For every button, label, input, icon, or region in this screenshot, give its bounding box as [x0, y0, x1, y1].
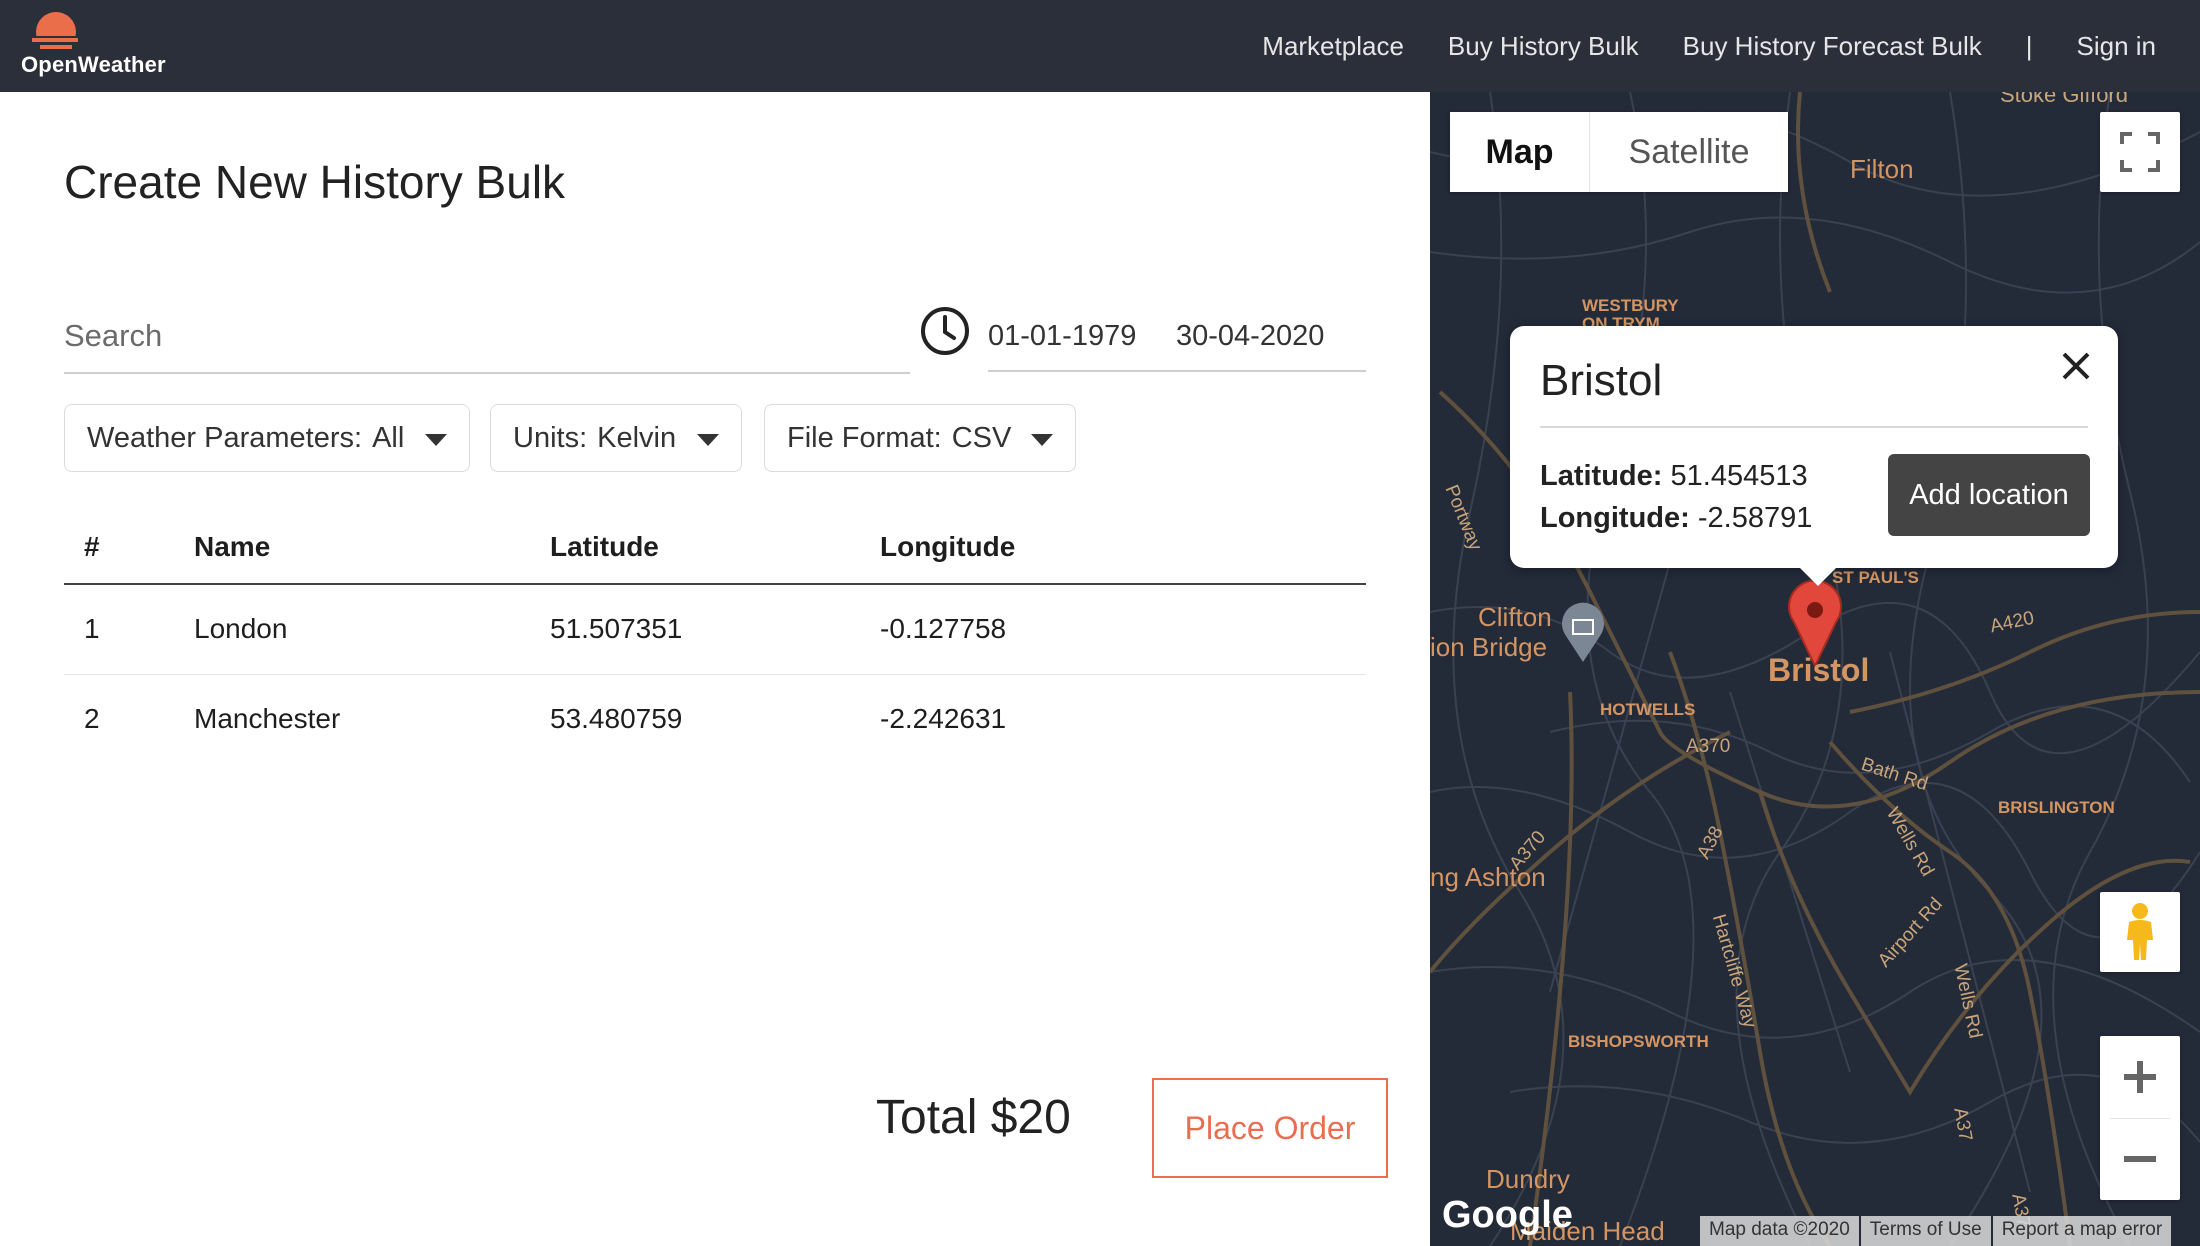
row-longitude: -0.127758 [880, 584, 1366, 675]
map-label: ST PAUL'S [1832, 568, 1919, 587]
row-name: London [194, 584, 550, 675]
map-label: BISHOPSWORTH [1568, 1032, 1709, 1051]
caret-down-icon [1031, 434, 1053, 446]
caret-down-icon [425, 434, 447, 446]
sun-logo-icon [30, 12, 82, 54]
date-from[interactable]: 01-01-1979 [988, 320, 1136, 353]
map-type-control: Map Satellite [1450, 112, 1788, 192]
pegman-icon [2127, 903, 2153, 960]
close-icon[interactable] [2056, 346, 2096, 386]
order-total: Total $20 [876, 1091, 1071, 1144]
locations-table: # Name Latitude Longitude 1 London 51.50… [64, 510, 1366, 764]
nav-menu: Marketplace Buy History Bulk Buy History… [1218, 0, 2156, 92]
longitude-value: -2.58791 [1697, 502, 1813, 534]
fullscreen-icon [2120, 132, 2160, 172]
map-type-map-button[interactable]: Map [1450, 112, 1590, 192]
col-header-latitude: Latitude [550, 510, 880, 585]
latitude-value: 51.454513 [1670, 460, 1808, 492]
fullscreen-button[interactable] [2100, 112, 2180, 192]
units-label: Units: [513, 421, 588, 454]
terms-of-use-link[interactable]: Terms of Use [1860, 1216, 1991, 1246]
caret-down-icon [697, 434, 719, 446]
place-order-button[interactable]: Place Order [1152, 1078, 1388, 1178]
clock-icon[interactable] [918, 304, 972, 358]
longitude-label: Longitude: [1540, 502, 1690, 534]
units-dropdown[interactable]: Units: Kelvin [490, 404, 742, 472]
col-header-number: # [64, 510, 194, 585]
map-label: Dundry [1486, 1164, 1570, 1194]
nav-separator: | [2025, 30, 2033, 61]
search-field [64, 300, 910, 374]
map-label: Stoke Gifford [2000, 92, 2128, 107]
nav-marketplace[interactable]: Marketplace [1262, 31, 1404, 62]
zoom-control [2100, 1036, 2180, 1200]
plus-icon [2124, 1060, 2156, 1093]
map-label: Clifton [1478, 602, 1552, 632]
page-title: Create New History Bulk [64, 156, 566, 208]
date-range-field[interactable]: 01-01-1979 30-04-2020 [988, 300, 1366, 372]
sign-in-link[interactable]: Sign in [2077, 31, 2157, 62]
zoom-out-button[interactable] [2100, 1119, 2180, 1201]
col-header-longitude: Longitude [880, 510, 1366, 585]
table-row: 2 Manchester 53.480759 -2.242631 [64, 674, 1366, 764]
latitude-label: Latitude: [1540, 460, 1663, 492]
street-view-pegman-button[interactable] [2100, 892, 2180, 972]
location-info-popup: Bristol Latitude: 51.454513 Longitude: -… [1510, 326, 2118, 586]
map-label: ng Ashton [1430, 862, 1546, 892]
file-format-dropdown[interactable]: File Format: CSV [764, 404, 1076, 472]
google-logo[interactable]: Google [1442, 1194, 1573, 1237]
row-number: 1 [64, 584, 194, 675]
row-latitude: 51.507351 [550, 584, 880, 675]
map-label: WESTBURY [1582, 296, 1679, 315]
row-name: Manchester [194, 703, 341, 735]
map-type-satellite-button[interactable]: Satellite [1590, 112, 1788, 192]
popup-title: Bristol [1540, 356, 1663, 405]
row-longitude: -2.242631 [880, 703, 1007, 735]
popup-divider [1540, 426, 2088, 428]
nav-buy-history-forecast-bulk[interactable]: Buy History Forecast Bulk [1683, 31, 1982, 62]
map-label: Filton [1850, 154, 1914, 184]
row-latitude: 53.480759 [550, 703, 683, 735]
map-attribution: Map data ©2020 Terms of Use Report a map… [1698, 1216, 2172, 1246]
file-format-label: File Format: [787, 421, 942, 454]
search-input[interactable] [64, 312, 910, 360]
map-label: HOTWELLS [1600, 700, 1696, 719]
units-value: Kelvin [597, 421, 677, 454]
top-nav-bar: OpenWeather Marketplace Buy History Bulk… [0, 0, 2200, 92]
table-header-row: # Name Latitude Longitude [64, 510, 1366, 585]
report-map-error-link[interactable]: Report a map error [1992, 1216, 2172, 1246]
add-location-button[interactable]: Add location [1888, 454, 2090, 536]
map-label: ion Bridge [1430, 632, 1548, 662]
col-header-name: Name [194, 510, 550, 585]
nav-buy-history-bulk[interactable]: Buy History Bulk [1448, 31, 1639, 62]
landmark-marker-icon [1562, 602, 1604, 662]
weather-parameters-label: Weather Parameters: [87, 421, 363, 454]
popup-latitude: Latitude: 51.454513 [1540, 460, 1808, 493]
file-format-value: CSV [951, 421, 1012, 454]
date-to[interactable]: 30-04-2020 [1176, 320, 1324, 353]
row-number: 2 [84, 703, 100, 735]
zoom-in-button[interactable] [2100, 1036, 2180, 1118]
map-label: BRISLINGTON [1998, 798, 2115, 817]
map-label: Bristol [1768, 652, 1870, 688]
weather-parameters-value: All [372, 421, 405, 454]
table-row: 1 London 51.507351 -0.127758 [64, 584, 1366, 675]
map-label: A370 [1686, 736, 1731, 757]
logo-text: OpenWeather [21, 52, 166, 77]
google-map[interactable]: Filton Stoke Gifford WESTBURY ON TRYM Po… [1430, 92, 2200, 1246]
weather-parameters-dropdown[interactable]: Weather Parameters: All [64, 404, 470, 472]
map-data-credit[interactable]: Map data ©2020 [1700, 1216, 1859, 1246]
minus-icon [2124, 1156, 2156, 1163]
popup-longitude: Longitude: -2.58791 [1540, 502, 1812, 535]
